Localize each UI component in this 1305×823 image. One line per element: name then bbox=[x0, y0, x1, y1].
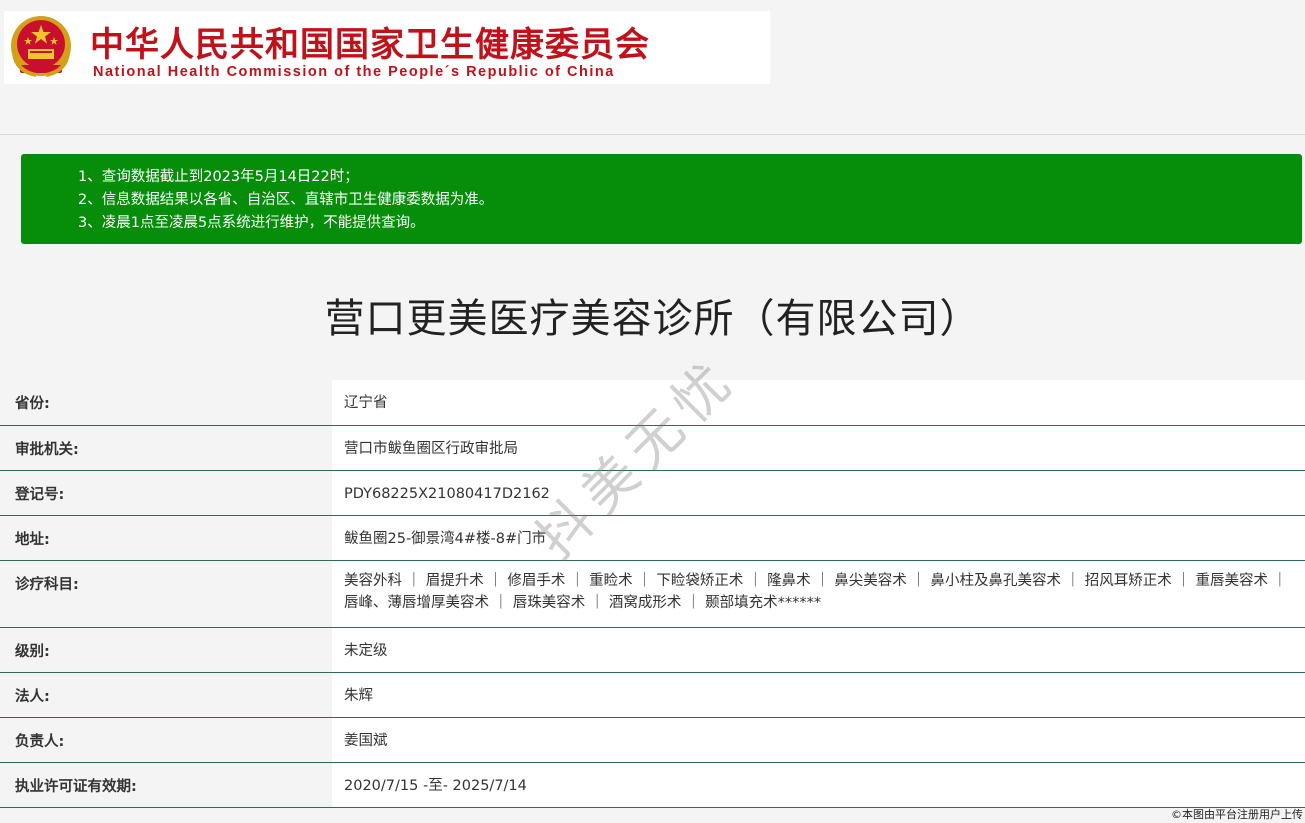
field-value-registration-number: PDY68225X21080417D2162 bbox=[332, 470, 1305, 516]
field-value-person-in-charge: 姜国斌 bbox=[332, 717, 1305, 763]
site-logo[interactable]: 中华人民共和国国家卫生健康委员会 National Health Commiss… bbox=[4, 11, 770, 84]
logo-english-title: National Health Commission of the People… bbox=[93, 64, 615, 80]
treatment-subjects-text: 美容外科 ｜ 眉提升术 ｜ 修眉手术 ｜ 重睑术 ｜ 下睑袋矫正术 ｜ 隆鼻术 … bbox=[344, 572, 1288, 611]
logo-chinese-title: 中华人民共和国国家卫生健康委员会 bbox=[90, 25, 650, 65]
field-label: 诊疗科目: bbox=[0, 560, 332, 628]
footer-note: ©本图由平台注册用户上传 bbox=[1171, 808, 1303, 821]
notice-list: 1、查询数据截止到2023年5月14日22时； 2、信息数据结果以各省、自治区、… bbox=[78, 166, 493, 235]
table-row: 负责人: 姜国斌 bbox=[0, 717, 1305, 763]
field-value-license-validity: 2020/7/15 -至- 2025/7/14 bbox=[332, 762, 1305, 808]
field-label: 负责人: bbox=[0, 717, 332, 763]
field-value-approval-authority: 营口市鲅鱼圈区行政审批局 bbox=[332, 425, 1305, 471]
table-row: 执业许可证有效期: 2020/7/15 -至- 2025/7/14 bbox=[0, 762, 1305, 808]
table-row: 省份: 辽宁省 bbox=[0, 380, 1305, 426]
table-row: 级别: 未定级 bbox=[0, 627, 1305, 673]
table-row: 诊疗科目: 美容外科 ｜ 眉提升术 ｜ 修眉手术 ｜ 重睑术 ｜ 下睑袋矫正术 … bbox=[0, 560, 1305, 628]
site-header: 中华人民共和国国家卫生健康委员会 National Health Commiss… bbox=[0, 0, 1305, 135]
field-label: 登记号: bbox=[0, 470, 332, 516]
table-row: 审批机关: 营口市鲅鱼圈区行政审批局 bbox=[0, 425, 1305, 471]
notice-line: 3、凌晨1点至凌晨5点系统进行维护，不能提供查询。 bbox=[78, 215, 425, 231]
field-label: 地址: bbox=[0, 515, 332, 561]
national-emblem-icon bbox=[11, 16, 71, 77]
notice-line: 2、信息数据结果以各省、自治区、直辖市卫生健康委数据为准。 bbox=[78, 192, 494, 208]
field-value-treatment-subjects: 美容外科 ｜ 眉提升术 ｜ 修眉手术 ｜ 重睑术 ｜ 下睑袋矫正术 ｜ 隆鼻术 … bbox=[332, 560, 1305, 628]
field-value-level: 未定级 bbox=[332, 627, 1305, 673]
field-label: 审批机关: bbox=[0, 425, 332, 471]
field-value-address: 鲅鱼圈25-御景湾4#楼-8#门市 bbox=[332, 515, 1305, 561]
field-value-legal-person: 朱辉 bbox=[332, 672, 1305, 718]
field-label: 省份: bbox=[0, 380, 332, 426]
table-row: 法人: 朱辉 bbox=[0, 672, 1305, 718]
table-row: 登记号: PDY68225X21080417D2162 bbox=[0, 470, 1305, 516]
org-title: 营口更美医疗美容诊所（有限公司） bbox=[324, 296, 981, 342]
field-label: 法人: bbox=[0, 672, 332, 718]
notice-line: 1、查询数据截止到2023年5月14日22时； bbox=[78, 169, 359, 185]
field-value-province: 辽宁省 bbox=[332, 380, 1305, 426]
field-label: 级别: bbox=[0, 627, 332, 673]
notice-banner: 1、查询数据截止到2023年5月14日22时； 2、信息数据结果以各省、自治区、… bbox=[21, 154, 1302, 244]
field-label: 执业许可证有效期: bbox=[0, 762, 332, 808]
table-row: 地址: 鲅鱼圈25-御景湾4#楼-8#门市 bbox=[0, 515, 1305, 561]
org-info-table: 省份: 辽宁省 审批机关: 营口市鲅鱼圈区行政审批局 登记号: PDY68225… bbox=[0, 380, 1305, 808]
